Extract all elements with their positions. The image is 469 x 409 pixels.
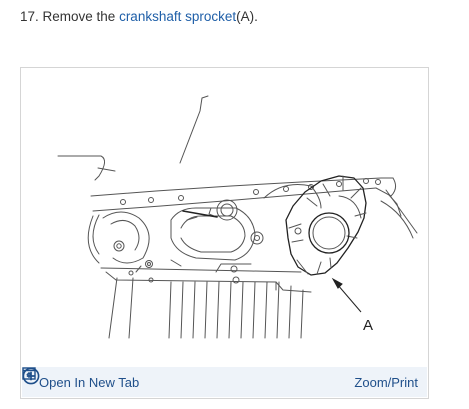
crankshaft-sprocket-illustration: A [57, 95, 418, 339]
callout-label-a: A [363, 317, 373, 334]
illustration-panel: A Open In New Tab Zoom/Print [20, 67, 429, 399]
step-instruction: 17. Remove the crankshaft sprocket(A). [20, 9, 258, 24]
step-text-suffix: (A). [236, 9, 258, 24]
zoom-print-button[interactable]: Zoom/Print [22, 367, 418, 390]
open-in-new-tab-button[interactable]: Open In New Tab [22, 367, 140, 390]
figure-toolbar: Open In New Tab Zoom/Print [22, 367, 427, 397]
crankshaft-sprocket-link[interactable]: crankshaft sprocket [119, 9, 236, 24]
step-text-prefix: 17. Remove the [20, 9, 120, 24]
zoom-print-label: Zoom/Print [354, 374, 418, 390]
open-in-new-tab-label: Open In New Tab [39, 374, 140, 390]
